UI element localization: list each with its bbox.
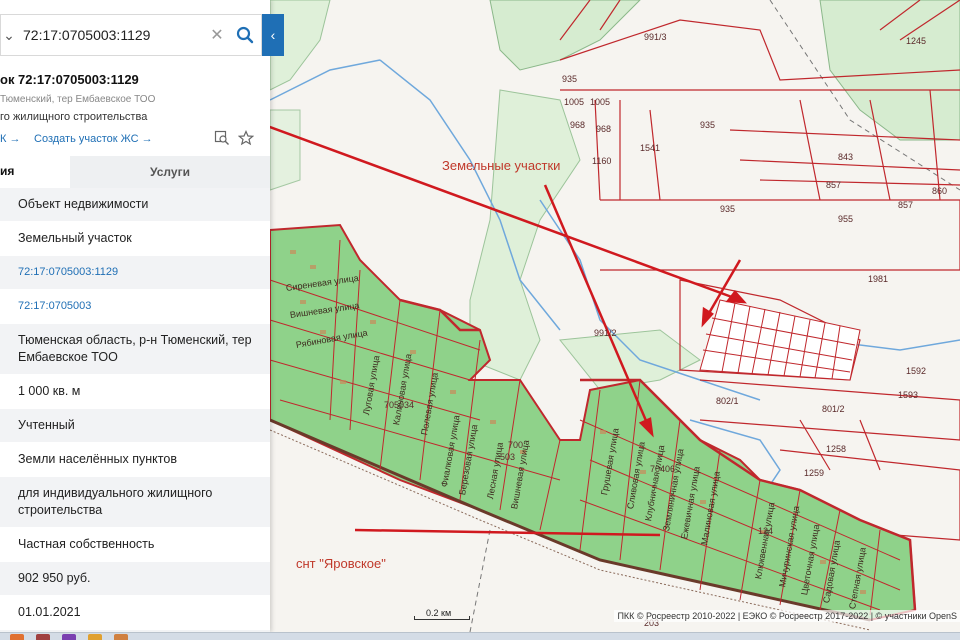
star-icon[interactable]	[238, 130, 254, 146]
cadastral-quarter-link[interactable]: 72:17:0705003	[0, 290, 270, 324]
parcel-number[interactable]: 955	[838, 214, 853, 224]
chevron-down-icon[interactable]: ⌄	[1, 27, 17, 44]
chevron-left-icon: ‹	[270, 27, 276, 43]
parcel-number[interactable]: 1259	[804, 468, 824, 478]
map-attribution[interactable]: ПКК © Росреестр 2010-2022 | ЕЭКО © Росре…	[614, 610, 960, 622]
scale-line	[414, 616, 470, 620]
app-icon[interactable]	[62, 634, 76, 640]
app-icon[interactable]	[36, 634, 50, 640]
scale-bar: 0.2 км	[414, 608, 470, 620]
search-on-map-icon[interactable]	[214, 130, 230, 146]
parcel-number[interactable]: 860	[932, 186, 947, 196]
info-row: Земельный участок	[0, 222, 270, 256]
parcel-number[interactable]: 1593	[898, 390, 918, 400]
info-panel: ⌄ ✕ ‹ ок 72:17:0705003:1129 Тюменский, т…	[0, 0, 284, 640]
parcel-number[interactable]: 801/2	[822, 404, 845, 414]
parcel-number[interactable]: 968	[596, 124, 611, 134]
info-row: 902 950 руб.	[0, 562, 270, 596]
parcel-number[interactable]: 1005	[564, 97, 584, 107]
info-row: Учтенный	[0, 409, 270, 443]
parcel-number[interactable]: 1160	[592, 156, 611, 166]
app-icon[interactable]	[10, 634, 24, 640]
collapse-panel-button[interactable]: ‹	[262, 14, 284, 56]
info-row: Объект недвижимости	[0, 188, 270, 222]
parcel-number[interactable]: 1981	[868, 274, 888, 284]
object-purpose: го жилищного строительства	[0, 111, 148, 123]
parcel-number[interactable]: 935	[562, 74, 577, 84]
link-partial[interactable]: К →	[0, 133, 20, 145]
app-icon[interactable]	[88, 634, 102, 640]
parcel-number[interactable]: 1245	[906, 36, 926, 46]
info-rows: Объект недвижимости Земельный участок 72…	[0, 188, 270, 640]
parcel-number[interactable]: 857	[826, 180, 841, 190]
search-button[interactable]	[229, 19, 261, 51]
parcel-number[interactable]: 1258	[826, 444, 846, 454]
create-plot-link[interactable]: Создать участок ЖС →	[34, 133, 153, 145]
tab-services[interactable]: Услуги	[70, 156, 270, 188]
search-bar: ⌄ ✕	[0, 14, 262, 56]
taskbar	[0, 632, 960, 640]
info-row: Частная собственность	[0, 528, 270, 562]
info-row: Тюменская область, р-н Тюменский, тер Ем…	[0, 324, 270, 375]
close-icon[interactable]: ✕	[205, 25, 229, 45]
parcel-number[interactable]: 991/3	[644, 32, 667, 42]
search-input[interactable]	[17, 27, 205, 43]
parcel-number[interactable]: 1005	[590, 97, 610, 107]
info-row: 01.01.2021	[0, 596, 270, 630]
parcel-number[interactable]: 1592	[906, 366, 926, 376]
tab-info[interactable]: ия	[0, 156, 70, 188]
action-links: К → Создать участок ЖС →	[0, 130, 268, 148]
app-icon[interactable]	[114, 634, 128, 640]
panel-tabs: ия Услуги	[0, 156, 270, 188]
object-address: Тюменский, тер Ембаевское ТОО	[0, 94, 156, 105]
area-label-snt: снт "Яровское"	[296, 556, 386, 571]
parcel-number[interactable]: 843	[838, 152, 853, 162]
info-row: Земли населённых пунктов	[0, 443, 270, 477]
parcel-number[interactable]: 935	[700, 120, 715, 130]
parcel-grid-block	[699, 299, 861, 381]
parcel-number[interactable]: 802/1	[716, 396, 739, 406]
area-label-land-plots: Земельные участки	[442, 158, 561, 173]
search-icon	[236, 26, 254, 44]
parcel-number[interactable]: 968	[570, 120, 585, 130]
info-row: для индивидуального жилищного строительс…	[0, 477, 270, 528]
parcel-number[interactable]: 935	[720, 204, 735, 214]
parcel-number[interactable]: 1541	[640, 143, 660, 153]
parcel-number[interactable]: 991/2	[594, 328, 617, 338]
info-row: 1 000 кв. м	[0, 375, 270, 409]
object-title: ок 72:17:0705003:1129	[0, 72, 139, 87]
cadastral-number-link[interactable]: 72:17:0705003:1129	[0, 256, 270, 290]
parcel-number[interactable]: 857	[898, 200, 913, 210]
